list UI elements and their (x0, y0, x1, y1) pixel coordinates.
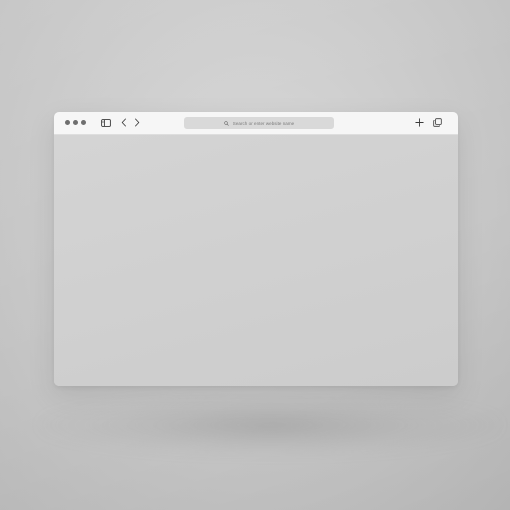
sidebar-toggle-button[interactable] (100, 117, 112, 129)
address-bar[interactable]: Search or enter website name (184, 117, 334, 129)
browser-toolbar: Search or enter website name (54, 112, 458, 135)
browser-window: Search or enter website name (54, 112, 458, 386)
window-shadow (40, 395, 500, 455)
back-chevron-icon (121, 114, 127, 132)
search-icon (224, 120, 230, 126)
address-placeholder: Search or enter website name (232, 120, 295, 126)
tabs-overview-icon (432, 114, 442, 132)
forward-button[interactable] (131, 117, 143, 129)
new-tab-button[interactable] (413, 117, 425, 129)
zoom-window-dot-icon[interactable] (81, 120, 86, 125)
plus-icon (414, 114, 424, 132)
back-button[interactable] (118, 117, 130, 129)
web-content-area[interactable] (54, 135, 458, 386)
close-window-dot-icon[interactable] (65, 120, 70, 125)
sidebar-icon (101, 114, 111, 132)
minimize-window-dot-icon[interactable] (73, 120, 78, 125)
tab-overview-button[interactable] (431, 117, 443, 129)
forward-chevron-icon (134, 114, 140, 132)
window-controls (65, 120, 86, 126)
